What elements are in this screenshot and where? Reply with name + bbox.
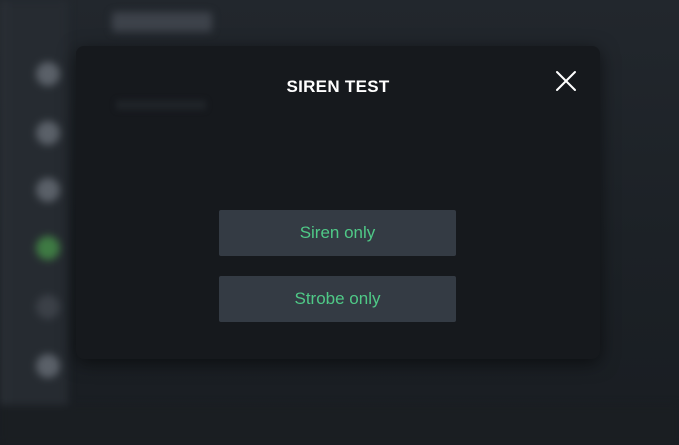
strobe-only-button[interactable]: Strobe only <box>219 276 456 322</box>
siren-test-dialog: SIREN TEST Siren only Strobe only <box>76 46 600 359</box>
background-rail <box>0 0 8 445</box>
close-button[interactable] <box>555 70 577 92</box>
background-nav-icon-active <box>36 236 60 260</box>
background-nav-icon <box>36 354 60 378</box>
siren-only-button[interactable]: Siren only <box>219 210 456 256</box>
dialog-subtitle-placeholder <box>116 100 206 110</box>
app-screen: SIREN TEST Siren only Strobe only <box>0 0 679 445</box>
background-nav-icon <box>36 62 60 86</box>
close-icon <box>556 71 576 91</box>
background-nav-icon <box>36 295 60 319</box>
background-nav-icon <box>36 178 60 202</box>
background-footer <box>0 405 679 445</box>
background-header-title <box>112 12 212 32</box>
background-nav-icon <box>36 121 60 145</box>
dialog-title: SIREN TEST <box>286 77 390 96</box>
